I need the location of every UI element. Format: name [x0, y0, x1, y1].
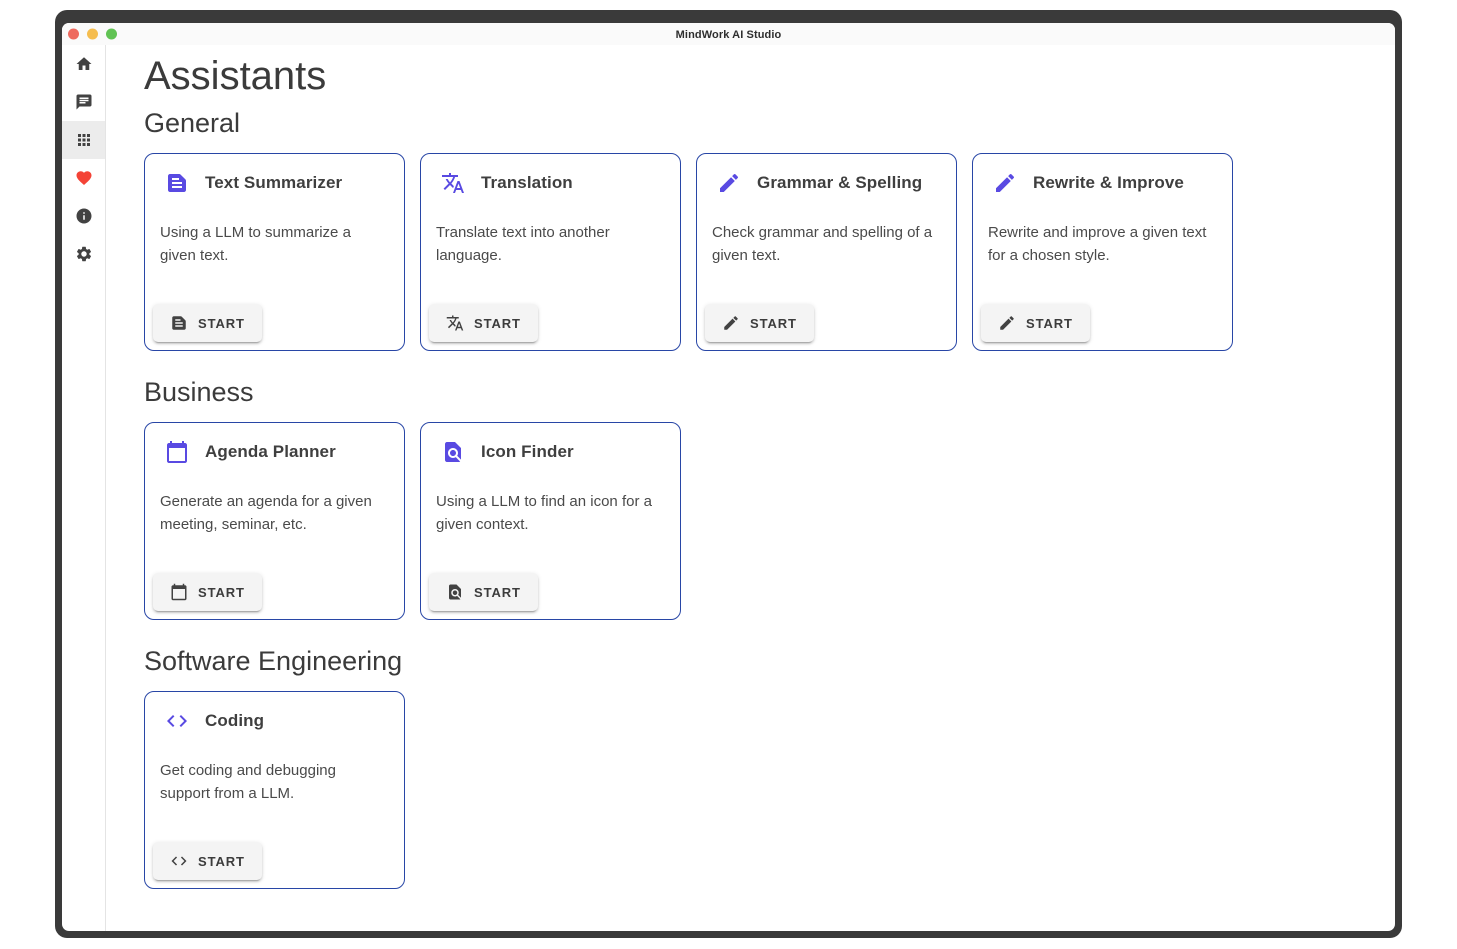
start-button-label: START	[198, 585, 245, 600]
card-title: Icon Finder	[481, 442, 574, 462]
heart-icon	[75, 169, 93, 187]
card-description: Using a LLM to summarize a given text.	[145, 195, 404, 267]
page-title: Assistants	[144, 52, 1375, 100]
apps-grid-icon	[75, 131, 93, 149]
assistant-card-coding: Coding Get coding and debugging support …	[144, 691, 405, 889]
card-header: Agenda Planner	[145, 423, 404, 464]
text-snippet-icon	[170, 314, 188, 332]
card-actions: START	[145, 296, 404, 350]
sidebar-item-assistants[interactable]	[62, 121, 105, 159]
titlebar: MindWork AI Studio	[62, 23, 1395, 45]
card-description: Using a LLM to find an icon for a given …	[421, 464, 680, 536]
calendar-icon	[165, 440, 189, 464]
code-icon	[170, 852, 188, 870]
app-window: MindWork AI Studio	[55, 10, 1402, 938]
sidebar-item-home[interactable]	[62, 45, 105, 83]
start-button-agenda-planner[interactable]: START	[153, 573, 262, 611]
find-in-page-icon	[446, 583, 464, 601]
assistant-card-translation: Translation Translate text into another …	[420, 153, 681, 351]
card-title: Agenda Planner	[205, 442, 336, 462]
start-button-text-summarizer[interactable]: START	[153, 304, 262, 342]
start-button-rewrite-improve[interactable]: START	[981, 304, 1090, 342]
pencil-icon	[998, 314, 1016, 332]
sidebar-item-chats[interactable]	[62, 83, 105, 121]
card-description: Translate text into another language.	[421, 195, 680, 267]
card-description: Generate an agenda for a given meeting, …	[145, 464, 404, 536]
start-button-label: START	[474, 585, 521, 600]
chat-icon	[75, 93, 93, 111]
sidebar-item-about[interactable]	[62, 197, 105, 235]
start-button-grammar-spelling[interactable]: START	[705, 304, 814, 342]
start-button-icon-finder[interactable]: START	[429, 573, 538, 611]
start-button-label: START	[198, 854, 245, 869]
card-header: Coding	[145, 692, 404, 733]
card-header: Text Summarizer	[145, 154, 404, 195]
home-icon	[75, 55, 93, 73]
main-content: Assistants General Text Summarizer Using…	[106, 45, 1395, 931]
gear-icon	[75, 245, 93, 263]
find-in-page-icon	[441, 440, 465, 464]
code-icon	[165, 709, 189, 733]
card-header: Translation	[421, 154, 680, 195]
text-snippet-icon	[165, 171, 189, 195]
card-title: Translation	[481, 173, 573, 193]
card-header: Grammar & Spelling	[697, 154, 956, 195]
start-button-label: START	[750, 316, 797, 331]
card-description: Rewrite and improve a given text for a c…	[973, 195, 1232, 267]
section-title-general: General	[144, 108, 1375, 139]
card-actions: START	[421, 296, 680, 350]
card-title: Grammar & Spelling	[757, 173, 922, 193]
assistant-card-rewrite-improve: Rewrite & Improve Rewrite and improve a …	[972, 153, 1233, 351]
card-title: Coding	[205, 711, 264, 731]
calendar-icon	[170, 583, 188, 601]
pencil-icon	[722, 314, 740, 332]
window-title: MindWork AI Studio	[62, 23, 1395, 47]
card-description: Get coding and debugging support from a …	[145, 733, 404, 805]
assistant-card-agenda-planner: Agenda Planner Generate an agenda for a …	[144, 422, 405, 620]
assistant-card-grammar-spelling: Grammar & Spelling Check grammar and spe…	[696, 153, 957, 351]
start-button-label: START	[198, 316, 245, 331]
start-button-coding[interactable]: START	[153, 842, 262, 880]
section-title-software-engineering: Software Engineering	[144, 646, 1375, 677]
card-actions: START	[973, 296, 1232, 350]
window-content: MindWork AI Studio	[62, 23, 1395, 931]
card-title: Rewrite & Improve	[1033, 173, 1184, 193]
cards-row-general: Text Summarizer Using a LLM to summarize…	[144, 153, 1375, 351]
start-button-label: START	[474, 316, 521, 331]
card-actions: START	[145, 565, 404, 619]
card-actions: START	[421, 565, 680, 619]
pencil-icon	[717, 171, 741, 195]
info-icon	[75, 207, 93, 225]
start-button-translation[interactable]: START	[429, 304, 538, 342]
translate-icon	[441, 171, 465, 195]
card-header: Rewrite & Improve	[973, 154, 1232, 195]
sidebar-item-supporters[interactable]	[62, 159, 105, 197]
card-title: Text Summarizer	[205, 173, 342, 193]
cards-row-business: Agenda Planner Generate an agenda for a …	[144, 422, 1375, 620]
section-title-business: Business	[144, 377, 1375, 408]
assistant-card-text-summarizer: Text Summarizer Using a LLM to summarize…	[144, 153, 405, 351]
assistant-card-icon-finder: Icon Finder Using a LLM to find an icon …	[420, 422, 681, 620]
cards-row-software-engineering: Coding Get coding and debugging support …	[144, 691, 1375, 889]
translate-icon	[446, 314, 464, 332]
sidebar-item-settings[interactable]	[62, 235, 105, 273]
card-actions: START	[697, 296, 956, 350]
card-actions: START	[145, 834, 404, 888]
start-button-label: START	[1026, 316, 1073, 331]
card-header: Icon Finder	[421, 423, 680, 464]
sidebar	[62, 45, 106, 931]
pencil-icon	[993, 171, 1017, 195]
card-description: Check grammar and spelling of a given te…	[697, 195, 956, 267]
